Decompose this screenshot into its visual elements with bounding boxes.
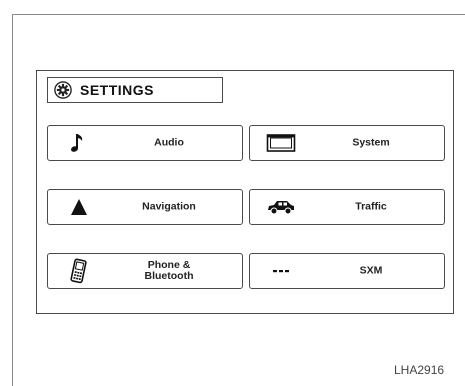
figure-code: LHA2916 (394, 363, 445, 377)
sxm-button[interactable]: SXM (249, 253, 445, 289)
sxm-label: SXM (359, 264, 383, 277)
screen-icon (264, 129, 298, 157)
phone-bluetooth-button[interactable]: Phone & Bluetooth (47, 253, 243, 289)
traffic-button[interactable]: Traffic (249, 189, 445, 225)
navigation-arrow-icon (62, 193, 96, 221)
music-note-icon (62, 129, 96, 157)
navigation-button[interactable]: Navigation (47, 189, 243, 225)
traffic-label: Traffic (355, 200, 387, 213)
navigation-label: Navigation (142, 200, 196, 213)
sxm-icon (264, 257, 298, 285)
settings-screen: SETTINGS Audio System Navigation Traffic… (36, 70, 454, 314)
car-icon (264, 193, 298, 221)
page-title: SETTINGS (80, 82, 155, 98)
audio-label: Audio (154, 136, 184, 149)
settings-header: SETTINGS (47, 77, 223, 103)
gear-icon (54, 81, 72, 99)
system-button[interactable]: System (249, 125, 445, 161)
audio-button[interactable]: Audio (47, 125, 243, 161)
system-label: System (352, 136, 390, 149)
phone-icon (62, 257, 96, 285)
phone-bluetooth-label: Phone & Bluetooth (144, 259, 194, 282)
